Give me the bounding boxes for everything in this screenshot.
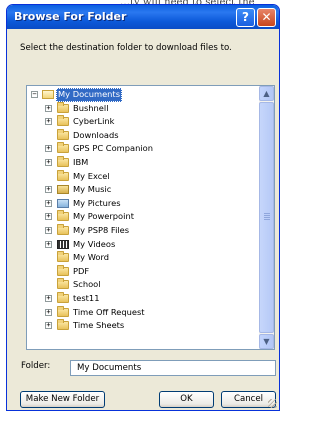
tree-item[interactable]: + My PSP8 Files <box>27 223 258 238</box>
expand-icon[interactable]: + <box>45 158 52 166</box>
tree-item-label: CyberLink <box>73 116 115 127</box>
tree-item[interactable]: Downloads <box>27 128 258 143</box>
tree-item-label: Downloads <box>73 129 119 140</box>
scroll-thumb[interactable] <box>259 102 274 333</box>
tree-item-label: My Videos <box>73 238 116 249</box>
tree-item-label: My Word <box>73 252 110 263</box>
tree-item[interactable]: + CyberLink <box>27 115 258 129</box>
folder-icon <box>57 223 69 235</box>
tree-item-label: My Excel <box>73 170 110 181</box>
tree-item[interactable]: + My Pictures <box>27 197 258 211</box>
expand-icon[interactable]: + <box>45 294 52 302</box>
expand-icon[interactable]: + <box>45 145 52 153</box>
tree-item-label: School <box>73 279 101 290</box>
my-documents-icon <box>42 90 54 99</box>
dialog-title: Browse For Folder <box>14 10 127 23</box>
tree-item-label: My Powerpoint <box>73 211 134 222</box>
tree-item[interactable]: + Time Sheets <box>27 319 258 333</box>
scroll-grip-icon <box>264 213 270 221</box>
tree-item[interactable]: + test11 <box>27 291 258 306</box>
help-button[interactable]: ? <box>236 8 255 27</box>
tree-item[interactable]: My Word <box>27 251 258 265</box>
pictures-folder-icon <box>57 198 69 208</box>
folder-icon <box>57 128 69 140</box>
scroll-down-button[interactable]: ▼ <box>259 334 274 349</box>
folder-icon <box>57 169 69 181</box>
folder-icon <box>57 101 69 113</box>
music-folder-icon <box>57 185 69 195</box>
tree-item[interactable]: + My Powerpoint <box>27 210 258 224</box>
tree-item[interactable]: + My Videos <box>27 238 258 252</box>
expand-icon[interactable]: + <box>45 199 52 207</box>
expand-icon[interactable]: + <box>45 308 52 316</box>
tree-item-label: My PSP8 Files <box>73 224 130 235</box>
folder-icon <box>57 305 69 317</box>
instruction-text: Select the destination folder to downloa… <box>20 43 232 53</box>
expand-icon[interactable]: + <box>45 186 52 194</box>
expand-icon[interactable]: + <box>45 213 52 221</box>
folder-icon <box>57 291 69 303</box>
folder-icon <box>57 142 69 154</box>
expand-icon[interactable]: + <box>45 240 52 248</box>
folder-icon <box>57 155 69 167</box>
expand-icon[interactable]: + <box>45 322 52 330</box>
tree-item-label: My Pictures <box>73 197 121 208</box>
tree-item[interactable]: + Time Off Request <box>27 305 258 320</box>
collapse-icon[interactable]: − <box>31 91 38 98</box>
tree-item-label: Time Off Request <box>73 306 145 317</box>
resize-grip-icon[interactable] <box>268 399 277 408</box>
expand-icon[interactable]: + <box>45 118 52 126</box>
folder-icon <box>57 264 69 276</box>
scroll-up-button[interactable]: ▲ <box>259 86 274 101</box>
folder-input[interactable] <box>70 360 276 376</box>
tree-item[interactable]: PDF <box>27 264 258 279</box>
folder-tree[interactable]: − My Documents + Bushnell + CyberLink Downlo… <box>26 85 275 350</box>
videos-folder-icon <box>57 239 69 249</box>
tree-item[interactable]: + My Music <box>27 183 258 197</box>
folder-label: Folder: <box>21 361 51 371</box>
tree-item-label: test11 <box>73 292 100 303</box>
folder-tree-list: − My Documents + Bushnell + CyberLink Downlo… <box>27 88 258 333</box>
tree-item-label: Bushnell <box>73 102 109 113</box>
title-bar[interactable]: Browse For Folder ? ✕ <box>7 5 279 29</box>
expand-icon[interactable]: + <box>45 226 52 234</box>
tree-item-label: PDF <box>73 265 90 276</box>
tree-item[interactable]: + GPS PC Companion <box>27 142 258 156</box>
tree-item[interactable]: My Excel <box>27 169 258 184</box>
tree-item-label: My Music <box>73 184 112 195</box>
folder-icon <box>57 278 69 290</box>
close-button[interactable]: ✕ <box>257 8 276 27</box>
ok-button[interactable]: OK <box>159 391 214 408</box>
folder-icon <box>57 319 69 331</box>
folder-icon <box>57 210 69 222</box>
tree-item[interactable]: + Bushnell <box>27 101 258 116</box>
tree-item-label: Time Sheets <box>73 320 125 331</box>
tree-root-my-documents[interactable]: − My Documents <box>27 88 258 102</box>
make-new-folder-button[interactable]: Make New Folder <box>20 391 105 408</box>
folder-icon <box>57 251 69 263</box>
folder-icon <box>57 115 69 127</box>
tree-item[interactable]: + IBM <box>27 155 258 170</box>
tree-item-label: GPS PC Companion <box>73 143 153 154</box>
vertical-scrollbar[interactable]: ▲ ▼ <box>259 86 274 349</box>
make-new-folder-label: Make New Folder <box>25 394 100 404</box>
tree-item-label: IBM <box>73 156 89 167</box>
tree-item-label: My Documents <box>56 88 123 102</box>
tree-item[interactable]: School <box>27 278 258 292</box>
browse-for-folder-dialog: Browse For Folder ? ✕ Select the destina… <box>6 4 280 411</box>
expand-icon[interactable]: + <box>45 104 52 112</box>
